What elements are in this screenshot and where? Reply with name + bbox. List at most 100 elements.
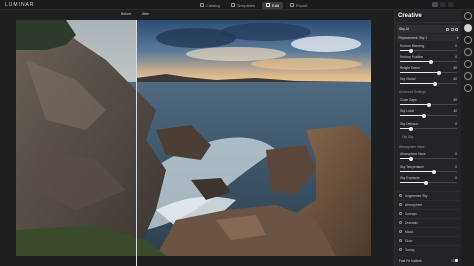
slider-sky-defocus[interactable]: Sky Defocus 0 — [400, 122, 457, 131]
section-label: Mood — [405, 229, 413, 234]
tab-templates[interactable]: Templates — [227, 2, 259, 9]
slider-knob[interactable] — [421, 113, 426, 118]
slider-track[interactable] — [400, 156, 457, 161]
sky-selection-value: Replacement: Sky 1 — [398, 35, 428, 40]
slider-track[interactable] — [400, 180, 457, 185]
slider-knob[interactable] — [423, 180, 428, 185]
chevron-down-icon: ▾ — [456, 35, 459, 40]
slider-track[interactable] — [400, 59, 457, 64]
slider-value: 0 — [455, 165, 457, 169]
slider-sky-local[interactable]: Sky Local 40 — [400, 109, 457, 118]
slider-knob[interactable] — [426, 102, 431, 107]
slider-track[interactable] — [400, 70, 457, 75]
slider-value: 0 — [455, 122, 457, 126]
portrait-icon[interactable] — [464, 72, 472, 80]
slider-track[interactable] — [400, 102, 457, 107]
section-toggle-icon — [399, 230, 402, 233]
section-label: Dramatic — [405, 220, 418, 225]
slider-knob[interactable] — [429, 59, 434, 64]
tool-strip — [462, 12, 474, 132]
view-toggle-button[interactable] — [432, 2, 438, 7]
section-augmented-sky[interactable]: Augmented Sky — [397, 191, 460, 199]
tab-catalog[interactable]: Catalog — [196, 2, 224, 9]
photo-canvas[interactable] — [16, 20, 371, 256]
slider-label: Horizon Position — [400, 55, 424, 59]
slider-sky-exposure[interactable]: Sky Exposure 0 — [400, 176, 457, 185]
slider-relight-scene[interactable]: Relight Scene 80 — [400, 66, 457, 75]
layer-row[interactable]: Sky AI — [397, 25, 460, 33]
section-mood[interactable]: Mood — [397, 227, 460, 235]
layer-actions — [446, 27, 458, 31]
slider-knob[interactable] — [433, 81, 438, 86]
reset-icon[interactable] — [450, 27, 454, 31]
section-toggle-icon — [399, 212, 402, 215]
slider-value: 0 — [455, 44, 457, 48]
slider-label: Atmosphere Haze — [400, 152, 426, 156]
slider-close-gaps[interactable]: Close Gaps 50 — [400, 98, 457, 107]
slider-label: Close Gaps — [400, 98, 417, 102]
section-label: Sunrays — [405, 211, 417, 216]
slider-knob[interactable] — [409, 126, 414, 131]
slider-label: Horizon Blending — [400, 44, 425, 48]
section-toggle-icon — [399, 248, 402, 251]
panel-toggle-button[interactable] — [440, 2, 446, 7]
more-tools-icon[interactable] — [464, 84, 472, 92]
slider-label: Sky Temperature — [400, 165, 425, 169]
creative-panel: Creative Sky AI Replacement: Sky 1 ▾ Hor… — [394, 10, 462, 266]
section-dramatic[interactable]: Dramatic — [397, 218, 460, 226]
info-icon[interactable] — [464, 12, 472, 20]
catalog-icon — [200, 3, 204, 7]
tab-edit[interactable]: Edit — [262, 1, 283, 9]
slider-knob[interactable] — [436, 70, 441, 75]
tab-export[interactable]: Export — [286, 2, 312, 9]
more-button[interactable] — [448, 2, 454, 7]
slider-value: 40 — [453, 109, 457, 113]
fast-fix-toggle[interactable] — [451, 258, 458, 263]
slider-horizon-position[interactable]: Horizon Position 0 — [400, 55, 457, 64]
sky-selection-dropdown[interactable]: Replacement: Sky 1 ▾ — [397, 34, 460, 41]
history-icon[interactable] — [464, 48, 472, 56]
section-label: Glow — [405, 238, 413, 243]
slider-value: 0 — [455, 176, 457, 180]
adjust-icon[interactable] — [464, 60, 472, 68]
slider-sky-temperature[interactable]: Sky Temperature 0 — [400, 165, 457, 174]
before-label: Before — [121, 12, 132, 16]
slider-sky-global[interactable]: Sky Global 60 — [400, 77, 457, 86]
slider-horizon-blending[interactable]: Horizon Blending 0 — [400, 44, 457, 53]
section-toning[interactable]: Toning — [397, 245, 460, 253]
export-icon — [289, 3, 294, 7]
atmosphere-haze-group-label[interactable]: Atmosphere Haze — [399, 145, 425, 149]
section-glow[interactable]: Glow — [397, 236, 460, 244]
slider-track[interactable] — [400, 126, 457, 131]
after-label: After — [142, 12, 150, 16]
section-sunrays[interactable]: Sunrays — [397, 209, 460, 217]
advanced-settings-label[interactable]: Advanced Settings — [399, 90, 426, 94]
view-controls — [432, 2, 454, 7]
mask-icon[interactable] — [446, 27, 449, 31]
slider-track[interactable] — [400, 81, 457, 86]
visibility-icon[interactable] — [455, 27, 458, 31]
tab-templates-label: Templates — [236, 2, 256, 8]
slider-value: 60 — [453, 77, 457, 81]
slider-knob[interactable] — [409, 48, 414, 53]
tab-export-label: Export — [295, 2, 308, 8]
layers-icon[interactable] — [464, 36, 472, 44]
section-label: Augmented Sky — [405, 193, 428, 198]
slider-knob[interactable] — [409, 156, 414, 161]
section-atmosphere[interactable]: Atmosphere — [397, 200, 460, 208]
slider-value: 0 — [455, 55, 457, 59]
creative-tool-icon[interactable] — [464, 24, 472, 32]
slider-track[interactable] — [400, 169, 457, 174]
edit-icon — [266, 3, 271, 7]
slider-atmosphere-haze[interactable]: Atmosphere Haze 0 — [400, 152, 457, 161]
slider-label: Sky Global — [400, 77, 416, 81]
slider-track[interactable] — [400, 113, 457, 118]
section-toggle-icon — [399, 239, 402, 242]
flip-sky-checkbox[interactable]: Flip Sky — [402, 135, 413, 139]
panel-title: Creative — [398, 13, 422, 19]
slider-track[interactable] — [400, 48, 457, 53]
slider-knob[interactable] — [432, 169, 437, 174]
mode-tabs: Catalog Templates Edit Export — [196, 1, 312, 9]
top-bar: LUMINAR Catalog Templates Edit Export — [0, 0, 474, 10]
before-after-divider[interactable] — [136, 20, 137, 266]
